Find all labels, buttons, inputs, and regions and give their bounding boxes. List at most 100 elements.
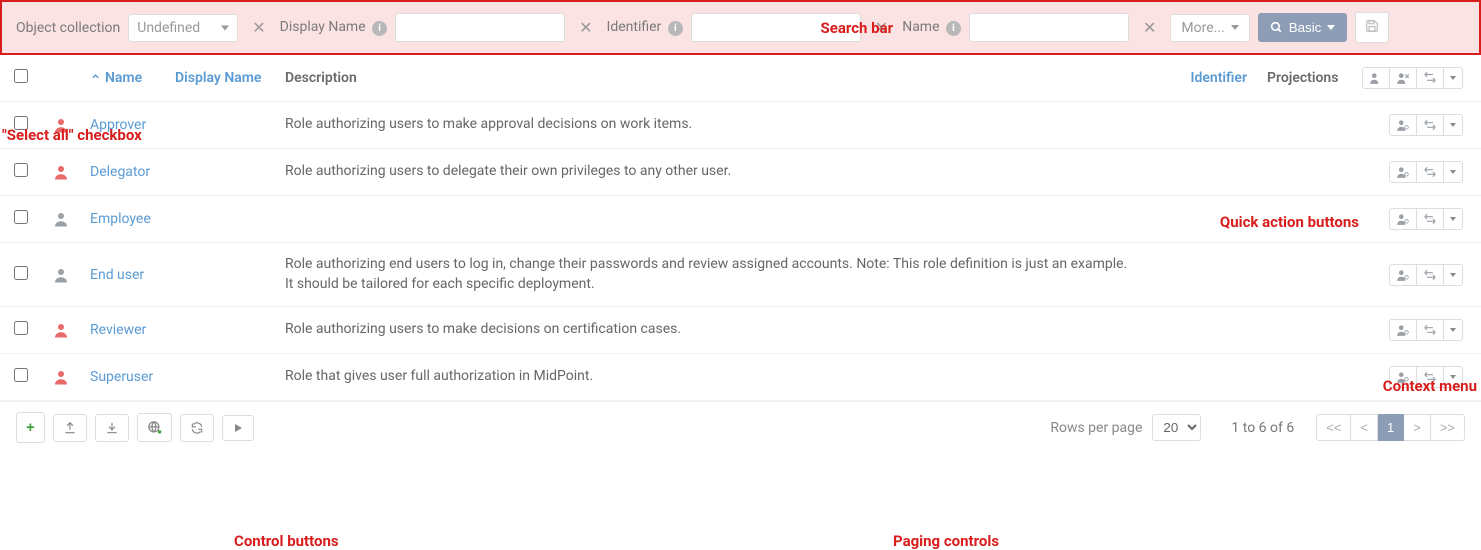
column-identifier[interactable]: Identifier — [1162, 55, 1257, 102]
role-icon — [52, 164, 70, 180]
context-menu-button[interactable] — [1444, 319, 1463, 341]
table-row: Delegator Role authorizing users to deleg… — [0, 149, 1481, 196]
search-mode-button[interactable]: Basic — [1258, 13, 1348, 42]
recompute-button[interactable] — [1417, 264, 1444, 286]
annotation-select-all: "Select all" checkbox — [2, 126, 142, 144]
table-footer: + Rows per page 20 1 to 6 of 6 — [0, 401, 1481, 453]
search-bar: Object collection Undefined ✕ Display Na… — [0, 0, 1481, 55]
role-description: Role authorizing end users to log in, ch… — [285, 255, 1135, 294]
role-icon — [52, 322, 70, 338]
recompute-button[interactable] — [1417, 161, 1444, 183]
download-icon — [105, 421, 119, 435]
context-menu-button[interactable] — [1444, 208, 1463, 230]
annotation-control-buttons: Control buttons — [234, 532, 339, 550]
assign-button[interactable] — [1389, 264, 1417, 286]
display-name-label: Display Name i — [280, 19, 387, 36]
identifier-label: Identifier i — [607, 19, 683, 36]
refresh-button[interactable] — [180, 414, 214, 442]
assign-button[interactable] — [1389, 319, 1417, 341]
role-description: Role authorizing users to make approval … — [285, 115, 1135, 135]
export-button[interactable] — [53, 414, 87, 442]
annotation-quick-actions: Quick action buttons — [1220, 213, 1359, 231]
role-description: Role authorizing users to make decisions… — [285, 320, 1135, 340]
play-button[interactable] — [222, 415, 254, 441]
object-collection-select[interactable]: Undefined — [128, 14, 238, 42]
role-icon — [52, 267, 70, 283]
context-menu-button[interactable] — [1444, 114, 1463, 136]
column-display-name[interactable]: Display Name — [165, 55, 275, 102]
chevron-down-icon — [1450, 76, 1456, 80]
info-icon[interactable]: i — [946, 21, 961, 36]
object-collection-label: Object collection — [16, 20, 120, 36]
header-actions — [1362, 67, 1463, 89]
role-name-link[interactable]: Superuser — [90, 369, 153, 385]
role-icon — [52, 369, 70, 385]
next-page-button[interactable]: > — [1404, 414, 1431, 441]
annotation-paging-controls: Paging controls — [893, 532, 999, 550]
globe-icon — [147, 420, 162, 435]
table-row: End user Role authorizing end users to lo… — [0, 243, 1481, 307]
row-checkbox[interactable] — [14, 321, 28, 335]
role-icon — [52, 211, 70, 227]
context-menu-button[interactable] — [1444, 161, 1463, 183]
clear-name-icon[interactable]: ✕ — [1137, 18, 1162, 37]
more-filters-button[interactable]: More... — [1170, 14, 1249, 42]
clear-collection-icon[interactable]: ✕ — [246, 18, 271, 37]
column-name[interactable]: Name — [80, 55, 165, 102]
row-checkbox[interactable] — [14, 163, 28, 177]
pager: << < 1 > >> — [1316, 414, 1465, 441]
chevron-down-icon — [1450, 273, 1456, 277]
name-label: Name i — [902, 19, 961, 36]
recompute-button[interactable] — [1417, 208, 1444, 230]
upload-icon — [63, 421, 77, 435]
sort-asc-icon — [90, 70, 101, 86]
first-page-button[interactable]: << — [1316, 414, 1351, 441]
prev-page-button[interactable]: < — [1351, 414, 1378, 441]
role-name-link[interactable]: End user — [90, 267, 144, 283]
row-checkbox[interactable] — [14, 210, 28, 224]
display-name-input[interactable] — [395, 13, 565, 42]
assign-button[interactable] — [1362, 67, 1390, 89]
globe-button[interactable] — [137, 413, 172, 442]
context-menu-button[interactable] — [1444, 264, 1463, 286]
add-button[interactable]: + — [16, 412, 45, 443]
select-all-checkbox[interactable] — [14, 69, 28, 83]
recompute-button[interactable] — [1417, 67, 1444, 89]
import-button[interactable] — [95, 414, 129, 442]
recompute-button[interactable] — [1417, 319, 1444, 341]
column-description: Description — [275, 55, 1162, 102]
table-row: ApproverRole authorizing users to make a… — [0, 102, 1481, 149]
last-page-button[interactable]: >> — [1431, 414, 1465, 441]
chevron-down-icon — [1231, 25, 1239, 30]
clear-display-name-icon[interactable]: ✕ — [573, 18, 598, 37]
assign-button[interactable] — [1389, 208, 1417, 230]
chevron-down-icon — [1327, 25, 1335, 30]
page-1-button[interactable]: 1 — [1378, 414, 1404, 441]
role-description: Role authorizing users to delegate their… — [285, 162, 1135, 182]
recompute-button[interactable] — [1417, 114, 1444, 136]
search-icon — [1270, 21, 1283, 34]
rows-per-page-label: Rows per page — [1050, 420, 1142, 436]
rows-per-page-select[interactable]: 20 — [1152, 414, 1201, 441]
chevron-down-icon — [1450, 217, 1456, 221]
row-checkbox[interactable] — [14, 266, 28, 280]
info-icon[interactable]: i — [372, 21, 387, 36]
name-input[interactable] — [969, 13, 1129, 42]
chevron-down-icon — [1450, 328, 1456, 332]
save-search-button[interactable] — [1355, 12, 1389, 43]
annotation-search-bar: Search bar — [821, 19, 894, 37]
role-name-link[interactable]: Delegator — [90, 164, 150, 180]
role-description: Role that gives user full authorization … — [285, 367, 1135, 387]
unassign-button[interactable] — [1390, 67, 1417, 89]
assign-button[interactable] — [1389, 161, 1417, 183]
save-icon — [1365, 19, 1379, 33]
assign-button[interactable] — [1389, 114, 1417, 136]
page-range-text: 1 to 6 of 6 — [1231, 420, 1294, 436]
context-menu-button[interactable] — [1444, 67, 1463, 89]
chevron-down-icon — [1450, 123, 1456, 127]
role-name-link[interactable]: Reviewer — [90, 322, 146, 338]
table-row: Reviewer Role authorizing users to make d… — [0, 307, 1481, 354]
role-name-link[interactable]: Employee — [90, 211, 151, 227]
row-checkbox[interactable] — [14, 368, 28, 382]
info-icon[interactable]: i — [668, 21, 683, 36]
